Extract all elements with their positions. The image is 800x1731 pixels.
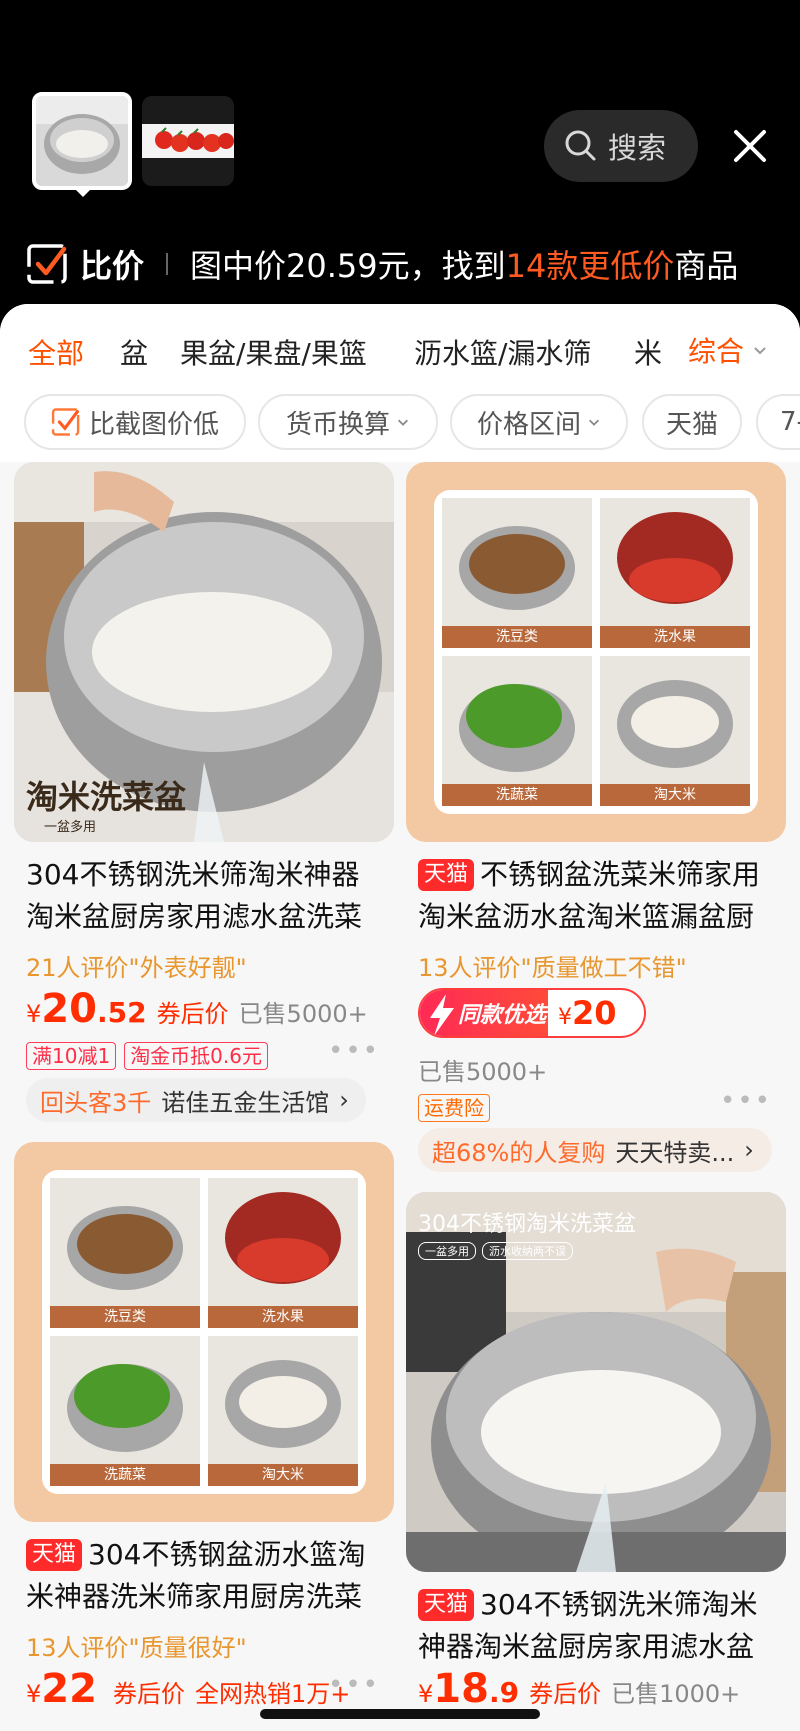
compare-title: 比价: [80, 247, 145, 285]
chip-label: 货币换算: [285, 409, 390, 440]
product-title: 天猫 304不锈钢洗米筛淘米 神器淘米盆厨房家用滤水盆: [418, 1588, 758, 1663]
tab-rice[interactable]: 米: [634, 332, 662, 372]
compare-summary: 图中价20.59元，找到14款更低价商品: [190, 247, 739, 285]
chevron-down-icon: [398, 419, 408, 426]
store-link[interactable]: 超68%的人复购 天天特卖... ›: [418, 1128, 772, 1172]
image-tile: 洗水果: [600, 498, 750, 648]
product-image[interactable]: 洗豆类 洗水果 洗蔬菜 淘大米: [14, 1142, 394, 1522]
product-title: 304不锈钢洗米筛淘米神器 淘米盆厨房家用滤水盆洗菜: [26, 858, 363, 933]
thumbnail-pointer: [74, 188, 92, 197]
chip-cheaper-than-screenshot[interactable]: 比截图价低: [24, 394, 246, 450]
rice-bowl-thumbnail[interactable]: [32, 92, 132, 190]
promo-tag: 满10减1: [26, 1042, 117, 1070]
image-caption: 淘米洗菜盆: [26, 778, 187, 816]
price-compare-bar[interactable]: 比价 图中价20.59元，找到14款更低价商品: [26, 236, 738, 292]
chip-price-range[interactable]: 价格区间: [450, 394, 628, 450]
filter-chips: 比截图价低 货币换算 价格区间 天猫 7-: [0, 388, 800, 462]
price-row: ¥18.9 券后价 已售1000+: [418, 1666, 741, 1712]
image-tile: 洗蔬菜: [50, 1336, 200, 1486]
chip-more[interactable]: 7-: [756, 394, 800, 450]
review-snippet: 21人评价"外表好靓": [26, 954, 247, 982]
product-card-1[interactable]: 淘米洗菜盆 一盆多用 304不锈钢洗米筛淘米神器 淘米盆厨房家用滤水盆洗菜 21人…: [14, 462, 394, 1122]
image-tile: 洗蔬菜: [442, 656, 592, 806]
image-tile: 淘大米: [208, 1336, 358, 1486]
image-tile: 淘大米: [600, 656, 750, 806]
check-compare-icon: [27, 244, 67, 284]
chip-tmall[interactable]: 天猫: [642, 394, 742, 450]
image-tile: 洗豆类: [442, 498, 592, 648]
review-snippet: 13人评价"质量很好": [26, 1634, 247, 1662]
tab-basin[interactable]: 盆: [120, 332, 148, 372]
results-panel: 全部 盆 果盆/果盘/果篮 沥水篮/漏水筛 米 综合 比截图价低 货币换算 价格…: [0, 304, 800, 1731]
close-icon[interactable]: [728, 124, 772, 168]
promo-tags: 满10减1 淘金币抵0.6元: [26, 1042, 276, 1070]
more-options-button[interactable]: •••: [720, 1086, 772, 1116]
check-compare-icon: [51, 408, 80, 436]
image-caption: 304不锈钢淘米洗菜盆: [418, 1212, 636, 1237]
promo-tag: 淘金币抵0.6元: [124, 1042, 268, 1070]
more-options-button[interactable]: •••: [328, 1670, 380, 1700]
tomato-thumbnail[interactable]: [142, 96, 234, 186]
divider: [166, 253, 169, 275]
lightning-icon: [430, 994, 454, 1036]
search-button[interactable]: 搜索: [544, 110, 698, 182]
image-tile: 洗水果: [208, 1178, 358, 1328]
product-card-3[interactable]: 洗豆类 洗水果 洗蔬菜 淘大米 天猫 304不锈钢盆沥水篮淘 米神器洗米筛家用厨房洗…: [14, 1142, 394, 1731]
chevron-down-icon: [589, 419, 599, 426]
chip-label: 天猫: [665, 409, 718, 440]
sort-label: 综合: [688, 335, 745, 368]
sort-dropdown[interactable]: 综合: [670, 304, 800, 396]
chevron-down-icon: [754, 347, 766, 355]
product-image[interactable]: 洗豆类 洗水果 洗蔬菜 淘大米: [406, 462, 786, 842]
tab-all[interactable]: 全部: [28, 332, 84, 372]
shipping-insurance-tag: 运费险: [418, 1094, 490, 1122]
chip-label: 比截图价低: [88, 409, 219, 440]
search-label: 搜索: [608, 131, 667, 165]
chip-label: 7-: [780, 407, 800, 437]
product-card-4[interactable]: 304不锈钢淘米洗菜盆 一盆多用 沥水收纳两不误 天猫 304不锈钢洗米筛淘米 神器…: [406, 1192, 786, 1731]
search-icon: [565, 130, 596, 161]
category-tabs: 全部 盆 果盆/果盘/果篮 沥水篮/漏水筛 米 综合: [0, 304, 800, 396]
product-title: 天猫 304不锈钢盆沥水篮淘 米神器洗米筛家用厨房洗菜: [26, 1538, 366, 1613]
tab-drain-basket[interactable]: 沥水篮/漏水筛: [414, 332, 591, 372]
product-title: 天猫 不锈钢盆洗菜米筛家用 淘米盆沥水盆淘米篮漏盆厨: [418, 858, 761, 933]
promo-tags: 运费险: [418, 1094, 498, 1122]
image-badges: 一盆多用 沥水收纳两不误: [418, 1242, 573, 1260]
chip-label: 价格区间: [476, 409, 581, 440]
tab-fruit-basket[interactable]: 果盆/果盘/果篮: [180, 332, 367, 372]
home-indicator: [260, 1709, 540, 1719]
product-image[interactable]: 304不锈钢淘米洗菜盆 一盆多用 沥水收纳两不误: [406, 1192, 786, 1572]
image-tile: 洗豆类: [50, 1178, 200, 1328]
same-item-deal-badge[interactable]: 同款优选 ¥20: [418, 988, 646, 1038]
tmall-badge: 天猫: [418, 859, 475, 891]
more-options-button[interactable]: •••: [328, 1036, 380, 1066]
sold-row: 已售5000+: [418, 1058, 548, 1086]
price-row: ¥20.52 券后价 已售5000+: [26, 986, 368, 1032]
chip-currency[interactable]: 货币换算: [258, 394, 438, 450]
product-card-2[interactable]: 洗豆类 洗水果 洗蔬菜 淘大米 天猫 不锈钢盆洗菜米筛家用 淘米盆沥水盆淘米篮漏盆厨…: [406, 462, 786, 1172]
store-link[interactable]: 回头客3千 诺佳五金生活馆 ›: [26, 1078, 366, 1122]
price-row: ¥22 券后价 全网热销1万+: [26, 1666, 351, 1712]
review-snippet: 13人评价"质量做工不错": [418, 954, 687, 982]
tmall-badge: 天猫: [26, 1539, 83, 1571]
image-subcaption: 一盆多用: [44, 820, 97, 835]
product-image[interactable]: 淘米洗菜盆 一盆多用: [14, 462, 394, 842]
tmall-badge: 天猫: [418, 1589, 475, 1621]
